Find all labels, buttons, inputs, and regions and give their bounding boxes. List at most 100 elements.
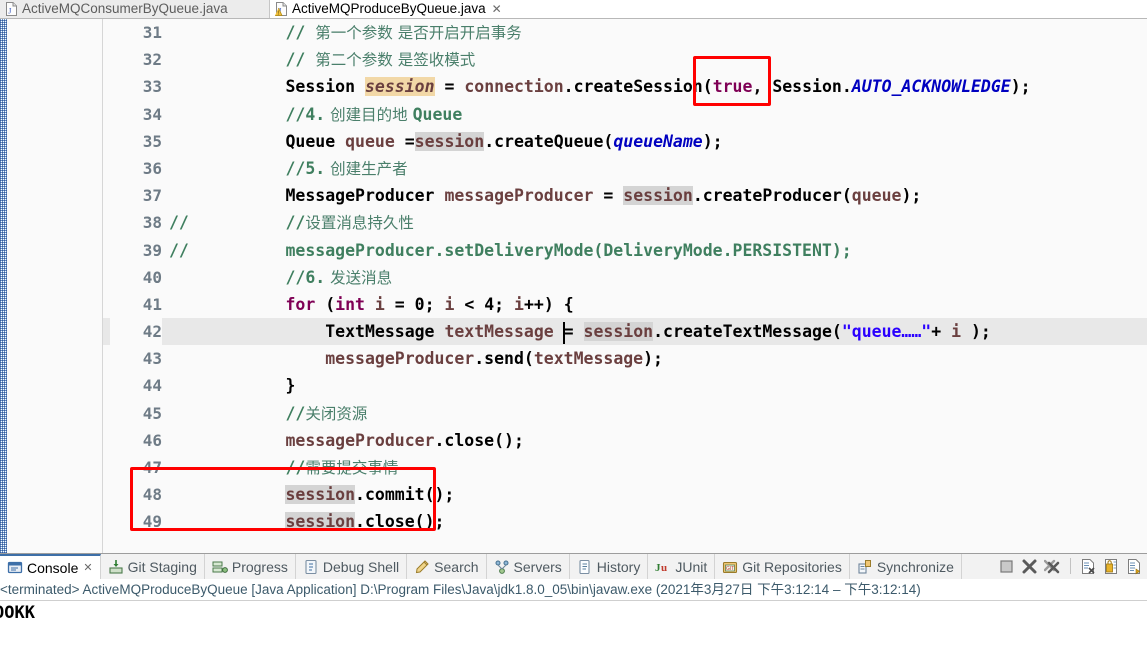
code-token: . [841,77,852,97]
synchronize-icon [857,559,873,575]
code-line[interactable]: 31 // 第一个参数 是否开启开启事务 [103,19,1147,46]
code-token: , [752,77,773,97]
code-token: = [404,131,415,151]
line-number: 49 [142,512,162,532]
close-icon[interactable]: ✕ [83,561,92,574]
code-line-text: MessageProducer messageProducer = sessio… [206,182,1147,209]
remove-launch-icon[interactable] [1021,558,1038,575]
view-tab-label: History [596,558,641,575]
view-tab-synchronize[interactable]: Synchronize [850,553,962,580]
code-line-text: Session session = connection.createSessi… [206,73,1147,100]
editor-tab-producer[interactable]: J ! ActiveMQProduceByQueue.java ✕ [270,0,509,18]
code-line[interactable]: 41 for (int i = 0; i < 4; i++) { [103,291,1147,318]
console-view[interactable]: <terminated> ActiveMQProduceByQueue [Jav… [0,579,1147,664]
line-number: 47 [142,458,162,477]
code-token: Session [285,77,365,97]
view-tab-console[interactable]: Console ✕ [0,553,101,580]
code-line-text: //关闭资源 [206,400,1147,428]
code-line[interactable]: 32 // 第二个参数 是签收模式 [103,46,1147,73]
code-line[interactable]: 43 messageProducer.send(textMessage); [103,345,1147,372]
view-tab-search[interactable]: Search [407,553,487,580]
code-token: textMessage [444,322,554,342]
change-ruler [0,19,7,553]
code-line[interactable]: 33 Session session = connection.createSe… [103,73,1147,100]
code-token: .close(); [355,512,445,532]
code-line[interactable]: 45 //关闭资源 [103,400,1147,427]
code-line-text: session.close(); [206,508,1147,535]
display-selected-console-icon[interactable] [1126,558,1143,575]
java-file-warning-icon: J ! [275,1,288,17]
view-tab-junit[interactable]: Ju JUnit [648,553,716,580]
view-tab-history[interactable]: History [570,553,649,580]
view-tab-git-staging[interactable]: Git Staging [101,553,205,580]
line-number: 41 [142,294,162,314]
code-token: // [285,458,306,477]
remove-all-launches-icon[interactable] [1043,558,1061,575]
progress-icon [212,559,228,575]
code-token: .commit(); [355,485,455,505]
code-token: + [931,322,952,342]
code-line[interactable]: 42 TextMessage textMessage = session.cre… [103,318,1147,346]
view-tab-label: Git Repositories [742,558,842,575]
view-tab-git-repositories[interactable]: GIT Git Repositories [715,553,850,580]
code-line[interactable]: 36 //5. 创建生产者 [103,155,1147,182]
editor-tab-consumer[interactable]: J ActiveMQConsumerByQueue.java [0,0,270,18]
code-token: // [285,23,316,42]
code-token: = [434,77,465,97]
code-token: for [285,294,316,314]
view-tab-label: Servers [513,558,562,575]
code-token: = [593,186,624,206]
view-tab-servers[interactable]: Servers [487,553,570,580]
pin-console-icon[interactable] [1103,558,1120,575]
code-token: ); [961,322,991,342]
code-token: ); [901,186,922,206]
code-line-text: //4. 创建目的地 Queue [206,101,1147,129]
code-line[interactable]: 37 MessageProducer messageProducer = ses… [103,182,1147,209]
code-line[interactable]: 34 //4. 创建目的地 Queue [103,101,1147,128]
code-line[interactable]: 38// //设置消息持久性 [103,209,1147,236]
code-token: //4. [285,104,326,124]
code-line[interactable]: 47 //需要提交事情 [103,454,1147,481]
code-line-text: messageProducer.send(textMessage); [206,345,1147,372]
code-token: true [712,77,753,97]
code-token: queue [851,186,902,206]
close-icon[interactable]: ✕ [492,3,502,15]
code-line[interactable]: 46 messageProducer.close(); [103,427,1147,454]
code-text-area[interactable]: 31 // 第一个参数 是否开启开启事务 32 // 第二个参数 是签收模式 33 … [103,19,1147,553]
code-line[interactable]: 48 session.commit(); [103,481,1147,508]
code-token: i [951,322,962,342]
code-token: ++) { [523,294,574,314]
code-token: session [414,131,485,151]
code-token: AUTO_ACKNOWLEDGE [851,77,1011,97]
code-token: ; [494,294,515,314]
open-console-icon[interactable] [1080,558,1097,575]
code-line[interactable]: 39 // messageProducer.setDeliveryMode(Del… [103,237,1147,264]
code-line[interactable]: 40 //6. 发送消息 [103,264,1147,291]
console-process-header: <terminated> ActiveMQProduceByQueue [Jav… [0,579,1147,601]
eclipse-ide-window: J ActiveMQConsumerByQueue.java J ! Activ… [0,0,1147,664]
view-tab-progress[interactable]: Progress [205,553,296,580]
code-token: .send( [474,349,534,369]
editor-tab-label: ActiveMQConsumerByQueue.java [22,1,228,16]
line-number: 38 [142,213,162,233]
code-token: 0 [414,294,425,314]
code-line-text: TextMessage textMessage = session.create… [206,318,1147,345]
code-line[interactable]: 35 Queue queue =session.createQueue(queu… [103,128,1147,155]
code-editor[interactable]: 31 // 第一个参数 是否开启开启事务 32 // 第二个参数 是签收模式 33 … [0,19,1147,553]
terminate-icon[interactable] [998,558,1015,575]
line-number: 45 [142,403,162,423]
code-line[interactable]: 49 session.close(); [103,508,1147,535]
code-line[interactable]: 44 } [103,372,1147,399]
line-number: 36 [142,158,162,178]
view-tab-debug-shell[interactable]: Debug Shell [296,553,408,580]
